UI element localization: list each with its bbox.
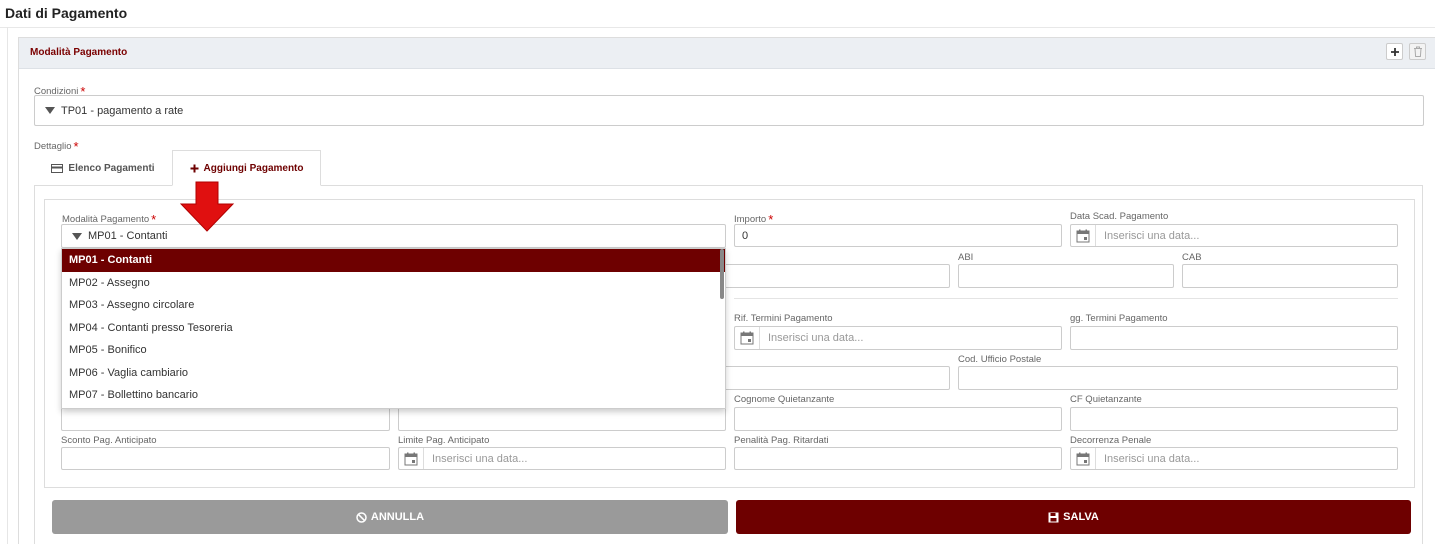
plus-icon [190, 164, 198, 172]
rif-termini-label: Rif. Termini Pagamento [734, 313, 833, 324]
triangle-down-icon [72, 232, 82, 240]
cab-input[interactable] [1182, 264, 1398, 288]
modalita-dropdown-list[interactable]: MP01 - Contanti MP02 - Assegno MP03 - As… [61, 248, 726, 409]
dropdown-option-mp02[interactable]: MP02 - Assegno [62, 272, 725, 295]
decorrenza-input[interactable]: Inserisci una data... [1070, 447, 1398, 470]
condizioni-value: TP01 - pagamento a rate [61, 104, 184, 117]
cab-label: CAB [1182, 252, 1202, 263]
salva-label: SALVA [1063, 511, 1099, 523]
plus-icon [1390, 47, 1399, 56]
calendar-icon[interactable] [399, 448, 424, 469]
modalita-select[interactable]: MP01 - Contanti [61, 224, 726, 248]
title-divider [0, 27, 1435, 28]
decorrenza-placeholder: Inserisci una data... [1104, 452, 1200, 465]
cod-ufficio-input[interactable] [958, 366, 1398, 390]
dropdown-option-mp05[interactable]: MP05 - Bonifico [62, 339, 725, 362]
rif-termini-input[interactable]: Inserisci una data... [734, 326, 1062, 350]
tab-elenco-pagamenti[interactable]: Elenco Pagamenti [34, 150, 172, 186]
dropdown-option-mp01[interactable]: MP01 - Contanti [62, 249, 725, 272]
modalita-label: Modalità Pagamento * [62, 212, 157, 227]
calendar-icon[interactable] [1071, 225, 1096, 246]
row5-field-2[interactable] [398, 407, 726, 431]
cf-quiet-label: CF Quietanzante [1070, 394, 1142, 405]
gg-termini-input[interactable] [1070, 326, 1398, 350]
row5-field-1[interactable] [61, 407, 390, 431]
card-icon [51, 163, 64, 173]
sconto-label: Sconto Pag. Anticipato [61, 435, 157, 446]
dropdown-option-mp06[interactable]: MP06 - Vaglia cambiario [62, 362, 725, 385]
panel-title: Modalità Pagamento [30, 47, 128, 58]
outer-border [7, 27, 8, 544]
arrow-down-icon [180, 181, 235, 232]
limite-input[interactable]: Inserisci una data... [398, 447, 726, 470]
data-scad-label: Data Scad. Pagamento [1070, 211, 1169, 222]
calendar-icon[interactable] [735, 327, 760, 349]
annulla-label: ANNULLA [370, 511, 425, 523]
tab-aggiungi-label: Aggiungi Pagamento [203, 162, 304, 174]
save-icon [1048, 512, 1059, 522]
dropdown-option-mp03[interactable]: MP03 - Assegno circolare [62, 294, 725, 317]
importo-label: Importo * [734, 212, 774, 227]
abi-label: ABI [958, 252, 974, 263]
dropdown-option-mp04[interactable]: MP04 - Contanti presso Tesoreria [62, 317, 725, 340]
ban-icon [356, 511, 367, 523]
sconto-input[interactable] [61, 447, 390, 470]
condizioni-select[interactable]: TP01 - pagamento a rate [34, 95, 1424, 126]
salva-button[interactable]: SALVA [736, 500, 1411, 534]
dropdown-option-mp07[interactable]: MP07 - Bollettino bancario [62, 384, 725, 407]
annulla-button[interactable]: ANNULLA [52, 500, 728, 534]
data-scad-placeholder: Inserisci una data... [1104, 229, 1200, 242]
page-title: Dati di Pagamento [5, 5, 128, 21]
dropdown-scrollbar[interactable] [720, 249, 724, 299]
limite-label: Limite Pag. Anticipato [398, 435, 490, 446]
importo-value: 0 [742, 229, 749, 242]
data-scad-input[interactable]: Inserisci una data... [1070, 224, 1398, 247]
cognome-quiet-label: Cognome Quietanzante [734, 394, 835, 405]
cognome-quiet-input[interactable] [734, 407, 1062, 431]
rif-termini-placeholder: Inserisci una data... [768, 332, 864, 344]
penalita-label: Penalità Pag. Ritardati [734, 435, 829, 446]
importo-input[interactable]: 0 [734, 224, 1062, 247]
gg-termini-label: gg. Termini Pagamento [1070, 313, 1168, 324]
section-divider [734, 298, 1398, 299]
tab-elenco-label: Elenco Pagamenti [68, 162, 155, 174]
calendar-icon[interactable] [1071, 448, 1096, 469]
delete-panel-button[interactable] [1409, 43, 1426, 60]
add-panel-button[interactable] [1386, 43, 1403, 60]
triangle-down-icon [45, 107, 55, 114]
limite-placeholder: Inserisci una data... [432, 452, 528, 465]
cod-ufficio-label: Cod. Ufficio Postale [958, 354, 1042, 365]
trash-icon [1413, 46, 1422, 57]
panel-header [19, 38, 1435, 69]
abi-input[interactable] [958, 264, 1174, 288]
decorrenza-label: Decorrenza Penale [1070, 435, 1152, 446]
cf-quiet-input[interactable] [1070, 407, 1398, 431]
penalita-input[interactable] [734, 447, 1062, 470]
modalita-value: MP01 - Contanti [88, 230, 168, 242]
